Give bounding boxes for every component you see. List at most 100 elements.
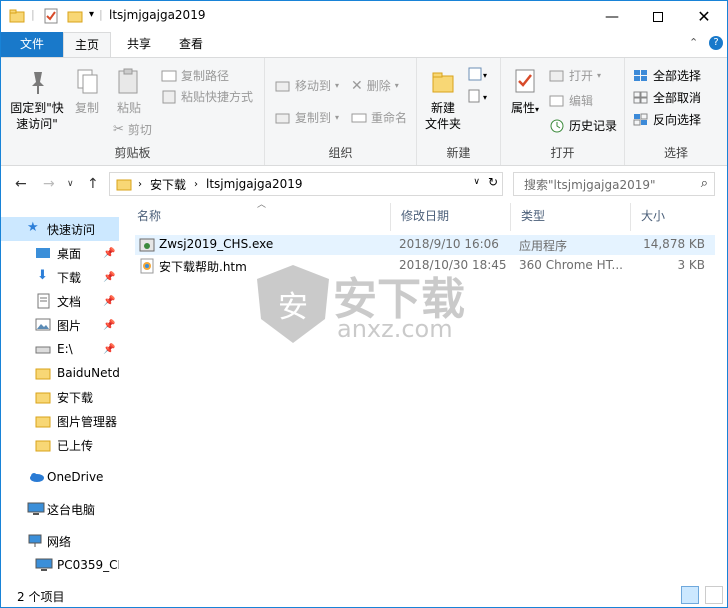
pin-icon: 📌 xyxy=(103,271,116,283)
collapse-ribbon-icon[interactable]: ⌃ xyxy=(689,36,698,49)
select-all-button[interactable]: 全部选择 xyxy=(633,66,701,86)
minimize-button[interactable]: — xyxy=(589,1,635,32)
history-button[interactable]: 历史记录 xyxy=(549,116,617,136)
nav-item-picture-manager[interactable]: 图片管理器 xyxy=(1,409,119,433)
nav-item-anxz[interactable]: 安下载 xyxy=(1,385,119,409)
nav-item-drive-e[interactable]: E:\ 📌 xyxy=(1,337,119,361)
invert-selection-button[interactable]: 反向选择 xyxy=(633,110,701,130)
paste-shortcut-button[interactable]: 粘贴快捷方式 xyxy=(161,87,253,107)
breadcrumb-chevron-icon[interactable]: › xyxy=(194,179,198,190)
select-none-icon xyxy=(633,91,648,104)
explorer-window: | ▾ | ltsjmjgajga2019 — ✕ 文件 主页 共享 查看 ⌃ … xyxy=(0,0,728,608)
column-header-date[interactable]: 修改日期 xyxy=(391,203,511,231)
nav-onedrive[interactable]: OneDrive xyxy=(1,465,119,489)
address-bar[interactable]: › 安下载 › ltsjmjgajga2019 ∨ ↻ xyxy=(109,172,503,196)
nav-pc0359[interactable]: PC0359_CN xyxy=(1,553,119,577)
select-all-icon xyxy=(634,70,647,81)
copy-to-button[interactable]: 复制到 ▾ xyxy=(275,108,339,128)
delete-button[interactable]: ✕ 删除 ▾ xyxy=(351,76,399,96)
qa-separator: | xyxy=(99,8,103,21)
address-row: ← → ∨ ↑ › 安下载 › ltsjmjgajga2019 ∨ ↻ 搜索"l… xyxy=(1,167,727,201)
tab-view[interactable]: 查看 xyxy=(167,32,215,57)
paste-label: 粘贴 xyxy=(116,101,141,115)
nav-item-documents[interactable]: 文档 📌 xyxy=(1,289,119,313)
new-folder-icon[interactable] xyxy=(67,8,83,26)
file-size: 3 KB xyxy=(677,258,705,272)
breadcrumb-item[interactable]: ltsjmjgajga2019 xyxy=(206,177,302,191)
nav-label: E:\ xyxy=(57,342,73,356)
nav-item-uploaded[interactable]: 已上传 xyxy=(1,433,119,457)
qa-dropdown-icon[interactable]: ▾ xyxy=(89,9,94,20)
tab-share[interactable]: 共享 xyxy=(115,32,163,57)
new-folder-button[interactable]: 新建 文件夹 xyxy=(421,68,465,132)
copy-path-button[interactable]: 复制路径 xyxy=(161,66,229,86)
watermark: 安 安下载 anxz.com xyxy=(253,263,465,348)
select-none-button[interactable]: 全部取消 xyxy=(633,88,701,108)
properties-check-icon[interactable] xyxy=(43,8,59,26)
folder-icon xyxy=(35,416,51,428)
refresh-icon[interactable]: ↻ xyxy=(488,175,498,189)
maximize-button[interactable] xyxy=(635,1,681,32)
nav-item-pictures[interactable]: 图片 📌 xyxy=(1,313,119,337)
close-button[interactable]: ✕ xyxy=(681,1,727,32)
nav-quick-access[interactable]: ★ 快速访问 xyxy=(1,217,119,241)
tab-file[interactable]: 文件 xyxy=(1,32,63,57)
copy-to-icon xyxy=(275,113,290,124)
address-dropdown-icon[interactable]: ∨ xyxy=(473,177,480,187)
properties-icon xyxy=(515,69,535,93)
help-icon[interactable]: ? xyxy=(709,36,723,50)
nav-label: 这台电脑 xyxy=(47,502,96,517)
open-button[interactable]: 打开 ▾ xyxy=(549,66,601,86)
search-input[interactable]: 搜索"ltsjmjgajga2019" ⌕ xyxy=(513,172,715,196)
forward-arrow-icon[interactable]: → xyxy=(43,176,55,192)
nav-label: 图片 xyxy=(57,318,82,333)
delete-x-icon: ✕ xyxy=(351,78,363,94)
open-group-label: 打开 xyxy=(550,146,575,160)
large-icons-view-icon[interactable] xyxy=(705,586,723,604)
nav-item-downloads[interactable]: ⬇ 下载 📌 xyxy=(1,265,119,289)
qa-separator: | xyxy=(31,8,35,21)
folder-icon xyxy=(116,179,132,191)
back-arrow-icon[interactable]: ← xyxy=(15,176,27,192)
column-header-type[interactable]: 类型 xyxy=(511,203,631,231)
paste-button[interactable]: 粘贴 xyxy=(109,68,149,116)
nav-network[interactable]: 网络 xyxy=(1,529,119,553)
scissors-icon: ✂ xyxy=(113,122,124,137)
ribbon-tabs: 文件 主页 共享 查看 ⌃ ? xyxy=(1,32,727,58)
nav-label: 安下载 xyxy=(57,390,94,405)
cut-button[interactable]: ✂ 剪切 xyxy=(113,120,152,140)
edit-button[interactable]: 编辑 xyxy=(549,91,593,111)
pin-icon: 📌 xyxy=(103,295,116,307)
properties-button[interactable]: 属性▾ xyxy=(507,68,543,118)
rename-button[interactable]: 重命名 xyxy=(351,108,407,128)
pin-quick-access-button[interactable]: 固定到"快 速访问" xyxy=(7,68,67,132)
cloud-icon xyxy=(30,473,44,482)
column-header-name[interactable]: 名称 xyxy=(127,203,391,231)
breadcrumb-chevron-icon[interactable]: › xyxy=(138,179,142,190)
file-name: Zwsj2019_CHS.exe xyxy=(159,237,274,251)
new-item-icon[interactable]: ▾ xyxy=(467,66,491,82)
nav-item-baidunetdisk[interactable]: BaiduNetdisk xyxy=(1,361,119,385)
breadcrumb-item[interactable]: 安下载 xyxy=(150,176,186,193)
folder-icon[interactable] xyxy=(9,8,25,26)
table-row[interactable]: Zwsj2019_CHS.exe 2018/9/10 16:06 应用程序 14… xyxy=(135,235,715,255)
easy-access-icon[interactable]: ▾ xyxy=(467,88,491,104)
search-icon[interactable]: ⌕ xyxy=(701,176,708,191)
details-view-icon[interactable] xyxy=(681,586,699,604)
move-to-button[interactable]: 移动到 ▾ xyxy=(275,76,339,96)
html-icon xyxy=(140,258,154,274)
up-arrow-icon[interactable]: ↑ xyxy=(87,176,99,192)
tab-home[interactable]: 主页 xyxy=(63,32,111,58)
recent-dropdown-icon[interactable]: ∨ xyxy=(67,179,74,189)
select-all-label: 全部选择 xyxy=(653,69,702,83)
move-to-icon xyxy=(275,81,290,92)
nav-label: 图片管理器 xyxy=(57,414,118,429)
file-type: 360 Chrome HT... xyxy=(519,258,623,272)
nav-this-pc[interactable]: 这台电脑 xyxy=(1,497,119,521)
file-type: 应用程序 xyxy=(519,239,568,253)
copy-button[interactable]: 复制 xyxy=(67,68,107,116)
nav-item-desktop[interactable]: 桌面 📌 xyxy=(1,241,119,265)
column-header-size[interactable]: 大小 xyxy=(631,203,711,231)
nav-label: PC0359_CN xyxy=(57,558,119,572)
folder-icon xyxy=(35,392,51,404)
